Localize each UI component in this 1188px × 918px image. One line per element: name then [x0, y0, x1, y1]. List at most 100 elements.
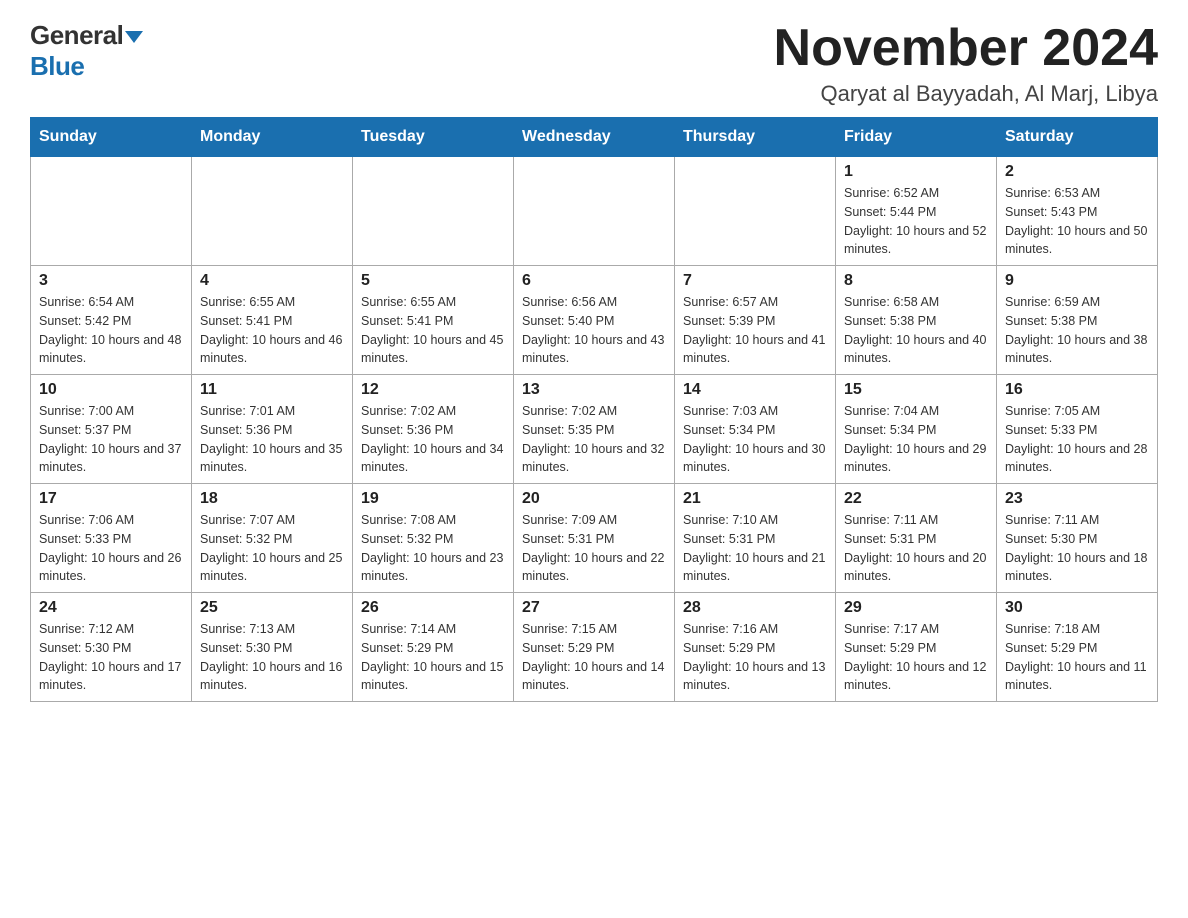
calendar-cell: 27Sunrise: 7:15 AMSunset: 5:29 PMDayligh… — [514, 593, 675, 702]
calendar-week-row: 17 Sunrise: 7:06 AMSunset: 5:33 PMDayligh… — [31, 484, 1158, 593]
day-detail: Sunrise: 7:00 AMSunset: 5:37 PMDaylight:… — [39, 402, 183, 477]
logo: General Blue — [30, 20, 143, 82]
day-detail: Sunrise: 7:02 AMSunset: 5:35 PMDaylight:… — [522, 402, 666, 477]
calendar-cell: 21Sunrise: 7:10 AMSunset: 5:31 PMDayligh… — [675, 484, 836, 593]
day-detail: Sunrise: 7:06 AMSunset: 5:33 PMDaylight:… — [39, 511, 183, 586]
weekday-header-wednesday: Wednesday — [514, 118, 675, 157]
calendar-cell: 30Sunrise: 7:18 AMSunset: 5:29 PMDayligh… — [997, 593, 1158, 702]
day-number: 20 — [522, 490, 666, 508]
calendar-cell: 11 Sunrise: 7:01 AMSunset: 5:36 PMDayligh… — [192, 375, 353, 484]
day-number: 16 — [1005, 381, 1149, 399]
location-text: Qaryat al Bayyadah, Al Marj, Libya — [774, 81, 1158, 107]
calendar-cell: 8Sunrise: 6:58 AMSunset: 5:38 PMDaylight… — [836, 266, 997, 375]
day-detail: Sunrise: 6:52 AMSunset: 5:44 PMDaylight:… — [844, 184, 988, 259]
calendar-cell: 10 Sunrise: 7:00 AMSunset: 5:37 PMDayligh… — [31, 375, 192, 484]
day-detail: Sunrise: 7:16 AMSunset: 5:29 PMDaylight:… — [683, 620, 827, 695]
day-number: 19 — [361, 490, 505, 508]
day-number: 28 — [683, 599, 827, 617]
day-detail: Sunrise: 7:17 AMSunset: 5:29 PMDaylight:… — [844, 620, 988, 695]
calendar-cell: 9 Sunrise: 6:59 AMSunset: 5:38 PMDaylight… — [997, 266, 1158, 375]
day-detail: Sunrise: 6:56 AMSunset: 5:40 PMDaylight:… — [522, 293, 666, 368]
day-detail: Sunrise: 7:11 AMSunset: 5:31 PMDaylight:… — [844, 511, 988, 586]
calendar-cell: 16 Sunrise: 7:05 AMSunset: 5:33 PMDayligh… — [997, 375, 1158, 484]
day-number: 12 — [361, 381, 505, 399]
logo-triangle-icon — [125, 31, 143, 43]
day-number: 25 — [200, 599, 344, 617]
calendar-cell — [31, 157, 192, 266]
calendar-week-row: 10 Sunrise: 7:00 AMSunset: 5:37 PMDayligh… — [31, 375, 1158, 484]
calendar-cell: 24 Sunrise: 7:12 AMSunset: 5:30 PMDayligh… — [31, 593, 192, 702]
weekday-header-friday: Friday — [836, 118, 997, 157]
day-detail: Sunrise: 6:54 AMSunset: 5:42 PMDaylight:… — [39, 293, 183, 368]
day-number: 15 — [844, 381, 988, 399]
day-detail: Sunrise: 7:14 AMSunset: 5:29 PMDaylight:… — [361, 620, 505, 695]
day-number: 4 — [200, 272, 344, 290]
day-number: 1 — [844, 163, 988, 181]
calendar-cell — [192, 157, 353, 266]
day-number: 9 — [1005, 272, 1149, 290]
calendar-header: SundayMondayTuesdayWednesdayThursdayFrid… — [31, 118, 1158, 157]
day-number: 5 — [361, 272, 505, 290]
weekday-header-saturday: Saturday — [997, 118, 1158, 157]
calendar-cell: 1 Sunrise: 6:52 AMSunset: 5:44 PMDaylight… — [836, 157, 997, 266]
day-detail: Sunrise: 7:12 AMSunset: 5:30 PMDaylight:… — [39, 620, 183, 695]
day-detail: Sunrise: 6:55 AMSunset: 5:41 PMDaylight:… — [361, 293, 505, 368]
day-number: 24 — [39, 599, 183, 617]
day-number: 14 — [683, 381, 827, 399]
logo-blue-text: Blue — [30, 51, 84, 81]
day-number: 3 — [39, 272, 183, 290]
day-detail: Sunrise: 7:10 AMSunset: 5:31 PMDaylight:… — [683, 511, 827, 586]
calendar-cell — [675, 157, 836, 266]
calendar-cell: 6 Sunrise: 6:56 AMSunset: 5:40 PMDaylight… — [514, 266, 675, 375]
day-number: 17 — [39, 490, 183, 508]
weekday-header-tuesday: Tuesday — [353, 118, 514, 157]
calendar-cell: 22Sunrise: 7:11 AMSunset: 5:31 PMDayligh… — [836, 484, 997, 593]
calendar-cell: 29 Sunrise: 7:17 AMSunset: 5:29 PMDayligh… — [836, 593, 997, 702]
day-number: 18 — [200, 490, 344, 508]
calendar-cell: 26 Sunrise: 7:14 AMSunset: 5:29 PMDayligh… — [353, 593, 514, 702]
weekday-header-sunday: Sunday — [31, 118, 192, 157]
day-detail: Sunrise: 7:07 AMSunset: 5:32 PMDaylight:… — [200, 511, 344, 586]
weekday-header-monday: Monday — [192, 118, 353, 157]
day-detail: Sunrise: 6:55 AMSunset: 5:41 PMDaylight:… — [200, 293, 344, 368]
calendar-body: 1 Sunrise: 6:52 AMSunset: 5:44 PMDaylight… — [31, 157, 1158, 702]
day-detail: Sunrise: 7:13 AMSunset: 5:30 PMDaylight:… — [200, 620, 344, 695]
day-number: 7 — [683, 272, 827, 290]
day-number: 13 — [522, 381, 666, 399]
calendar-cell: 25 Sunrise: 7:13 AMSunset: 5:30 PMDayligh… — [192, 593, 353, 702]
day-detail: Sunrise: 6:53 AMSunset: 5:43 PMDaylight:… — [1005, 184, 1149, 259]
calendar-cell: 18 Sunrise: 7:07 AMSunset: 5:32 PMDayligh… — [192, 484, 353, 593]
day-detail: Sunrise: 7:09 AMSunset: 5:31 PMDaylight:… — [522, 511, 666, 586]
day-number: 30 — [1005, 599, 1149, 617]
calendar-cell: 2Sunrise: 6:53 AMSunset: 5:43 PMDaylight… — [997, 157, 1158, 266]
calendar-cell: 4 Sunrise: 6:55 AMSunset: 5:41 PMDaylight… — [192, 266, 353, 375]
day-number: 26 — [361, 599, 505, 617]
title-block: November 2024 Qaryat al Bayyadah, Al Mar… — [774, 20, 1158, 107]
month-title: November 2024 — [774, 20, 1158, 77]
logo-general-text: General — [30, 20, 123, 50]
page-header: General Blue November 2024 Qaryat al Bay… — [30, 20, 1158, 107]
day-detail: Sunrise: 7:02 AMSunset: 5:36 PMDaylight:… — [361, 402, 505, 477]
calendar-cell: 23 Sunrise: 7:11 AMSunset: 5:30 PMDayligh… — [997, 484, 1158, 593]
day-number: 29 — [844, 599, 988, 617]
calendar-cell: 5 Sunrise: 6:55 AMSunset: 5:41 PMDaylight… — [353, 266, 514, 375]
day-detail: Sunrise: 7:04 AMSunset: 5:34 PMDaylight:… — [844, 402, 988, 477]
day-number: 10 — [39, 381, 183, 399]
day-detail: Sunrise: 7:01 AMSunset: 5:36 PMDaylight:… — [200, 402, 344, 477]
day-detail: Sunrise: 7:05 AMSunset: 5:33 PMDaylight:… — [1005, 402, 1149, 477]
day-detail: Sunrise: 7:11 AMSunset: 5:30 PMDaylight:… — [1005, 511, 1149, 586]
calendar-cell — [514, 157, 675, 266]
calendar-week-row: 3 Sunrise: 6:54 AMSunset: 5:42 PMDaylight… — [31, 266, 1158, 375]
day-number: 11 — [200, 381, 344, 399]
calendar-cell: 3 Sunrise: 6:54 AMSunset: 5:42 PMDaylight… — [31, 266, 192, 375]
day-detail: Sunrise: 6:59 AMSunset: 5:38 PMDaylight:… — [1005, 293, 1149, 368]
day-number: 23 — [1005, 490, 1149, 508]
day-detail: Sunrise: 7:15 AMSunset: 5:29 PMDaylight:… — [522, 620, 666, 695]
day-detail: Sunrise: 7:08 AMSunset: 5:32 PMDaylight:… — [361, 511, 505, 586]
calendar-cell: 7Sunrise: 6:57 AMSunset: 5:39 PMDaylight… — [675, 266, 836, 375]
day-number: 6 — [522, 272, 666, 290]
calendar-cell: 19 Sunrise: 7:08 AMSunset: 5:32 PMDayligh… — [353, 484, 514, 593]
calendar-week-row: 24 Sunrise: 7:12 AMSunset: 5:30 PMDayligh… — [31, 593, 1158, 702]
day-detail: Sunrise: 6:58 AMSunset: 5:38 PMDaylight:… — [844, 293, 988, 368]
calendar-cell: 15 Sunrise: 7:04 AMSunset: 5:34 PMDayligh… — [836, 375, 997, 484]
